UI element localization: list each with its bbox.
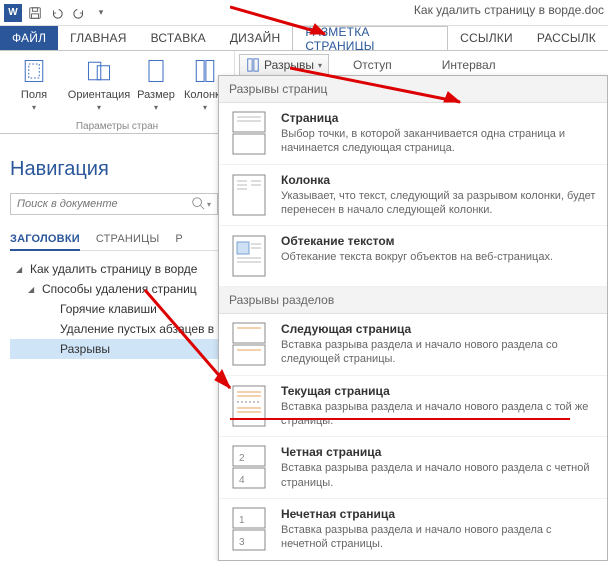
item-title: Обтекание текстом <box>281 234 597 248</box>
tree-node-selected[interactable]: Разрывы <box>10 339 218 359</box>
tab-design[interactable]: ДИЗАЙН <box>218 26 293 50</box>
tree-node[interactable]: ◢ Способы удаления страниц <box>10 279 218 299</box>
size-icon <box>140 55 172 87</box>
item-title: Страница <box>281 111 597 125</box>
nav-tree: ◢ Как удалить страницу в ворде ◢ Способы… <box>10 259 218 359</box>
redo-icon[interactable] <box>70 4 88 22</box>
break-item-odd-page[interactable]: 13 Нечетная страница Вставка разрыва раз… <box>219 499 607 560</box>
undo-icon[interactable] <box>48 4 66 22</box>
indent-label: Отступ <box>343 54 402 76</box>
group-label-page-setup: Параметры стран <box>4 121 230 132</box>
margins-button[interactable]: Поля ▾ <box>4 53 64 114</box>
breaks-label: Разрывы <box>264 58 314 72</box>
page-setup-group: Поля ▾ Ориентация ▾ Размер ▾ <box>0 51 235 133</box>
item-title: Нечетная страница <box>281 507 597 521</box>
annotation-underline <box>230 418 570 420</box>
page-break-icon <box>229 111 269 155</box>
break-item-column[interactable]: Колонка Указывает, что текст, следующий … <box>219 165 607 227</box>
margins-label: Поля <box>21 89 47 101</box>
tab-home[interactable]: ГЛАВНАЯ <box>58 26 138 50</box>
odd-page-section-icon: 13 <box>229 507 269 551</box>
columns-icon <box>189 55 221 87</box>
interval-label: Интервал <box>432 54 506 76</box>
item-desc: Указывает, что текст, следующий за разры… <box>281 189 597 218</box>
tree-label: Удаление пустых абзацев в <box>60 322 214 336</box>
tree-label: Как удалить страницу в ворде <box>30 262 197 276</box>
search-icon[interactable] <box>191 196 205 213</box>
item-desc: Вставка разрыва раздела и начало нового … <box>281 523 597 552</box>
nav-tab-pages[interactable]: СТРАНИЦЫ <box>96 229 160 250</box>
chevron-down-icon: ▾ <box>318 61 322 70</box>
breaks-button[interactable]: Разрывы ▾ <box>239 54 329 76</box>
search-input[interactable] <box>15 197 191 211</box>
nav-tab-headings[interactable]: ЗАГОЛОВКИ <box>10 229 80 251</box>
item-title: Колонка <box>281 173 597 187</box>
next-page-section-icon <box>229 322 269 366</box>
item-title: Четная страница <box>281 445 597 459</box>
break-item-page[interactable]: Страница Выбор точки, в которой заканчив… <box>219 103 607 165</box>
continuous-section-icon <box>229 384 269 428</box>
svg-text:3: 3 <box>239 537 245 548</box>
chevron-down-icon: ▾ <box>32 103 36 112</box>
breaks-icon <box>246 58 260 72</box>
quick-access-toolbar: W ▾ <box>4 4 110 22</box>
chevron-down-icon: ▾ <box>203 103 207 112</box>
tab-mailings[interactable]: РАССЫЛК <box>525 26 608 50</box>
svg-text:1: 1 <box>239 515 245 526</box>
item-desc: Обтекание текста вокруг объектов на веб-… <box>281 250 597 264</box>
tab-insert[interactable]: ВСТАВКА <box>139 26 218 50</box>
ribbon-tabs: ФАЙЛ ГЛАВНАЯ ВСТАВКА ДИЗАЙН РАЗМЕТКА СТР… <box>0 26 608 50</box>
breaks-dropdown: Разрывы страниц Страница Выбор точки, в … <box>218 75 608 561</box>
break-item-next-page[interactable]: Следующая страница Вставка разрыва разде… <box>219 314 607 376</box>
title-bar: W ▾ Как удалить страницу в ворде.doc <box>0 0 608 26</box>
tree-label: Способы удаления страниц <box>42 282 197 296</box>
tab-file[interactable]: ФАЙЛ <box>0 26 58 50</box>
margins-icon <box>18 55 50 87</box>
size-label: Размер <box>137 89 175 101</box>
break-item-textwrap[interactable]: Обтекание текстом Обтекание текста вокру… <box>219 226 607 287</box>
tab-references[interactable]: ССЫЛКИ <box>448 26 525 50</box>
item-title: Текущая страница <box>281 384 597 398</box>
save-icon[interactable] <box>26 4 44 22</box>
orientation-icon <box>83 55 115 87</box>
item-desc: Вставка разрыва раздела и начало нового … <box>281 338 597 367</box>
section-title-sections: Разрывы разделов <box>219 287 607 314</box>
even-page-section-icon: 24 <box>229 445 269 489</box>
word-app-icon[interactable]: W <box>4 4 22 22</box>
tree-label: Разрывы <box>60 342 110 356</box>
collapse-icon: ◢ <box>28 285 38 294</box>
item-desc: Вставка разрыва раздела и начало нового … <box>281 461 597 490</box>
svg-text:2: 2 <box>239 453 245 464</box>
chevron-down-icon: ▾ <box>97 103 101 112</box>
item-desc: Выбор точки, в которой заканчивается одн… <box>281 127 597 156</box>
tree-node[interactable]: Горячие клавиши <box>10 299 218 319</box>
qat-more-icon[interactable]: ▾ <box>92 4 110 22</box>
navigation-pane: Навигация ▾ ЗАГОЛОВКИ СТРАНИЦЫ Р ◢ Как у… <box>10 150 218 359</box>
orientation-label: Ориентация <box>68 89 130 101</box>
textwrap-break-icon <box>229 234 269 278</box>
svg-text:4: 4 <box>239 475 245 486</box>
tree-label: Горячие клавиши <box>60 302 157 316</box>
chevron-down-icon[interactable]: ▾ <box>205 200 213 209</box>
item-desc: Вставка разрыва раздела и начало нового … <box>281 400 597 429</box>
nav-search[interactable]: ▾ <box>10 193 218 215</box>
item-title: Следующая страница <box>281 322 597 336</box>
collapse-icon: ◢ <box>16 265 26 274</box>
tab-page-layout[interactable]: РАЗМЕТКА СТРАНИЦЫ <box>292 26 448 51</box>
nav-tab-results[interactable]: Р <box>175 229 183 250</box>
section-title-pages: Разрывы страниц <box>219 76 607 103</box>
navigation-title: Навигация <box>10 158 218 181</box>
tree-node[interactable]: ◢ Как удалить страницу в ворде <box>10 259 218 279</box>
break-item-even-page[interactable]: 24 Четная страница Вставка разрыва разде… <box>219 437 607 499</box>
column-break-icon <box>229 173 269 217</box>
break-item-continuous[interactable]: Текущая страница Вставка разрыва раздела… <box>219 376 607 438</box>
chevron-down-icon: ▾ <box>154 103 158 112</box>
size-button[interactable]: Размер ▾ <box>134 53 178 114</box>
nav-tabs: ЗАГОЛОВКИ СТРАНИЦЫ Р <box>10 229 218 251</box>
document-title: Как удалить страницу в ворде.doc <box>414 3 604 17</box>
orientation-button[interactable]: Ориентация ▾ <box>66 53 132 114</box>
tree-node[interactable]: Удаление пустых абзацев в <box>10 319 218 339</box>
